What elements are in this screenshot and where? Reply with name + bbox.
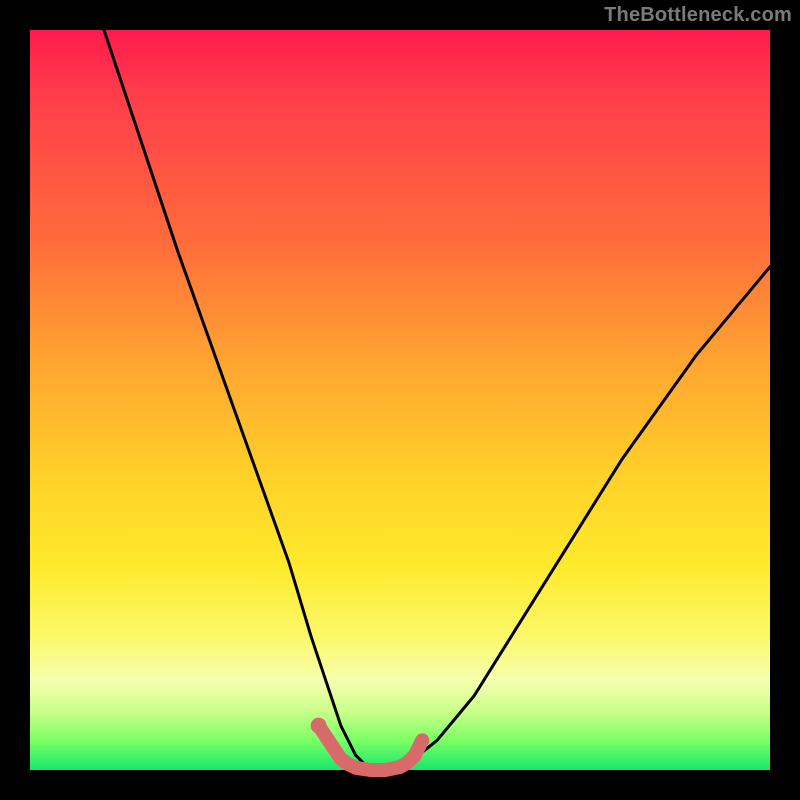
trough-marker-curve — [319, 726, 423, 770]
trough-marker-dot-right — [415, 733, 429, 747]
watermark-text: TheBottleneck.com — [604, 4, 792, 27]
main-curve — [104, 30, 770, 770]
plot-area — [30, 30, 770, 770]
chart-frame: TheBottleneck.com — [0, 0, 800, 800]
chart-svg — [30, 30, 770, 770]
trough-marker-dot-left — [311, 718, 327, 734]
